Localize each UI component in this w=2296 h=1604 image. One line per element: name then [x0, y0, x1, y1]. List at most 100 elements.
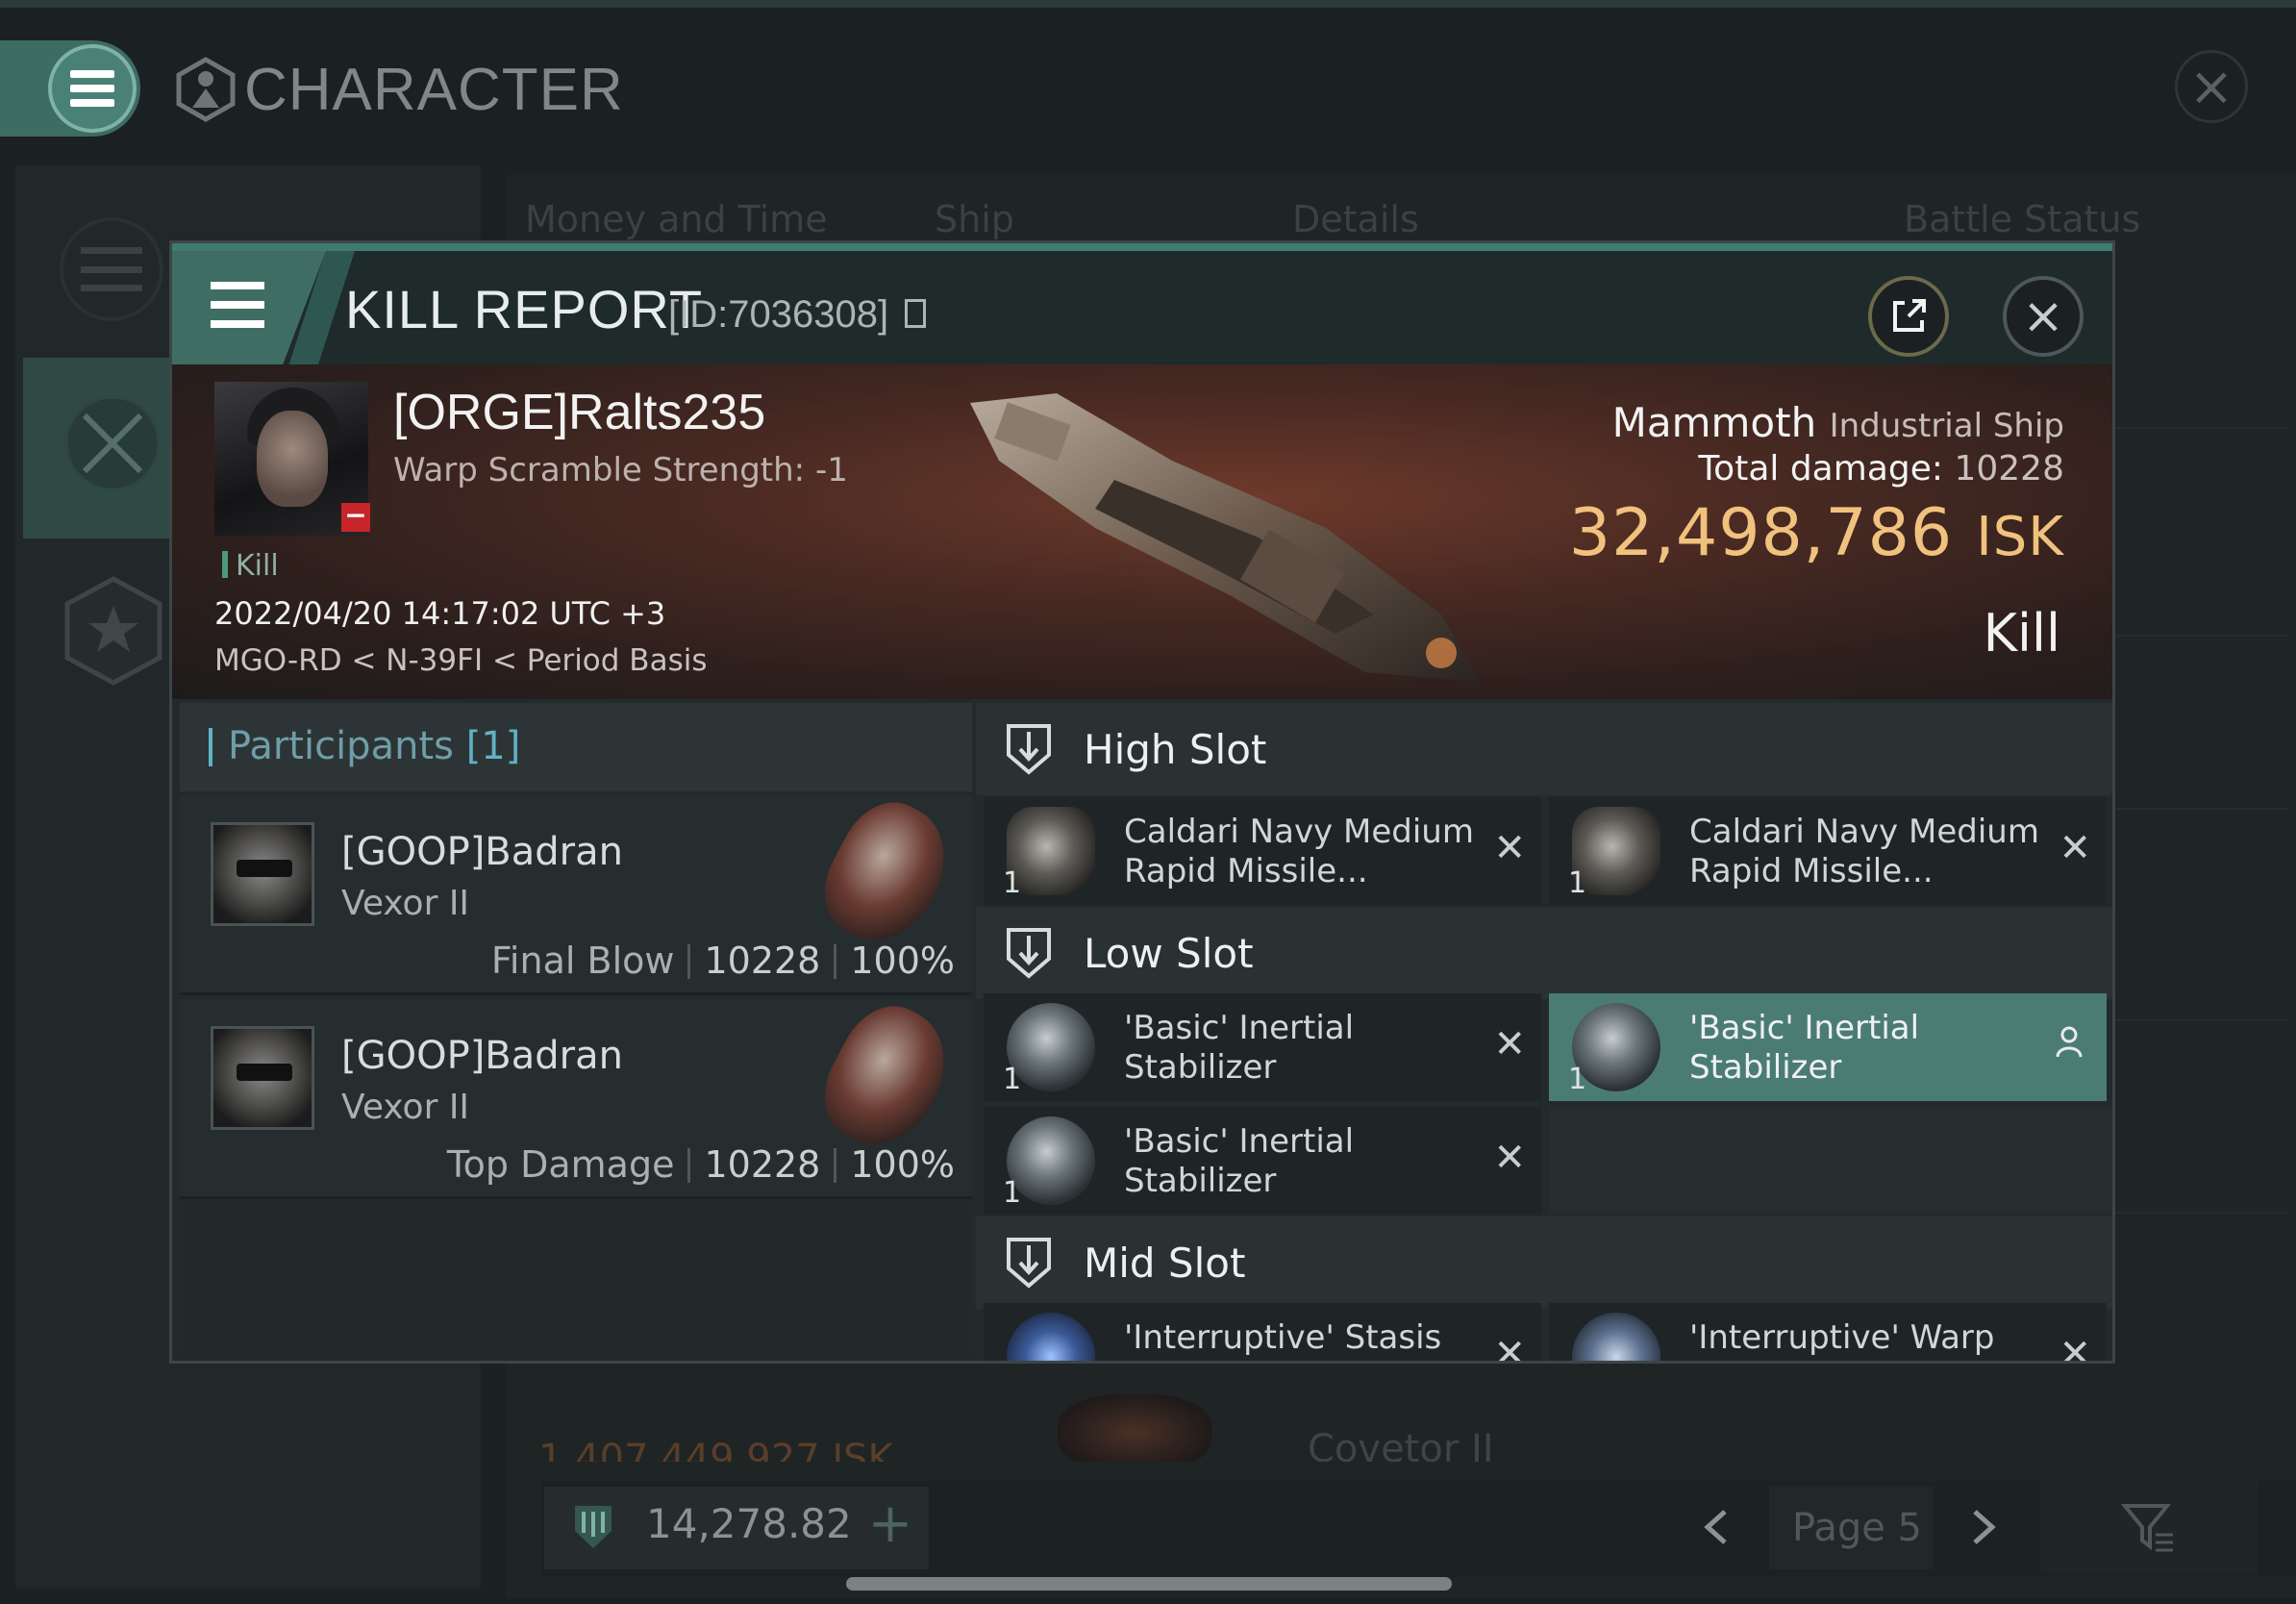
horizontal-scrollbar[interactable] — [846, 1577, 1452, 1591]
participants-header-marker — [209, 728, 212, 766]
external-link-icon — [1893, 299, 1926, 332]
low-slot-item[interactable]: 1 'Basic' Inertial Stabilizer ✕ — [984, 993, 1541, 1101]
chevron-left-icon[interactable] — [1698, 1506, 1733, 1548]
mid-slot-header: Mid Slot — [976, 1216, 2112, 1309]
isk-amount: 32,498,786 — [1568, 495, 1954, 571]
total-damage-value: 10228 — [1954, 449, 2064, 489]
isk-value: 32,498,786 ISK — [1569, 495, 2064, 571]
top-border — [0, 0, 2296, 8]
slot-shield-icon — [1007, 724, 1051, 775]
plex-icon — [575, 1506, 611, 1548]
participant-ship[interactable]: Vexor II — [341, 884, 469, 923]
portrait-face — [257, 411, 328, 507]
victim-name[interactable]: [ORGE]Ralts235 — [393, 384, 765, 441]
ship-render-image — [970, 393, 1480, 682]
add-funds-button[interactable]: + — [861, 1492, 919, 1556]
victim-banner: − [ORGE]Ralts235 Warp Scramble Strength:… — [172, 364, 2112, 699]
item-quantity: 1 — [1003, 1176, 1022, 1210]
participant-percent: 100% — [850, 940, 955, 982]
close-icon: × — [2188, 55, 2234, 118]
participant-portrait[interactable] — [211, 822, 314, 926]
kill-id: [ID:7036308] — [668, 293, 889, 336]
filter-icon — [2121, 1504, 2173, 1552]
item-quantity: 1 — [1003, 1063, 1022, 1096]
dialog-title: KILL REPORT — [345, 279, 704, 339]
total-damage-label: Total damage: — [1698, 449, 1944, 489]
participant-ship[interactable]: Vexor II — [341, 1088, 469, 1127]
kill-list-row-partial[interactable]: 1,407,449,927 ISK Covetor II — [519, 1385, 2288, 1462]
participant-name[interactable]: [GOOP]Badran — [341, 830, 623, 874]
close-icon: × — [2022, 288, 2064, 345]
participant-row[interactable]: [GOOP]Badran Vexor II Top Damage 10228 100… — [180, 990, 972, 1199]
warp-scrambler-icon — [1572, 1313, 1660, 1361]
kill-result: Kill — [1983, 603, 2060, 664]
high-slot-item[interactable]: 1 Caldari Navy Medium Rapid Missile... ✕ — [1549, 797, 2107, 905]
partial-ship-name: Covetor II — [1308, 1427, 1494, 1462]
item-quantity: 1 — [1003, 866, 1022, 900]
stasis-webifier-icon — [1007, 1313, 1095, 1361]
wallet-balance: 14,278.82 — [646, 1500, 852, 1547]
partial-isk-value: 1,407,449,927 ISK — [538, 1437, 893, 1462]
item-quantity: 1 — [1568, 1063, 1587, 1096]
copy-icon[interactable] — [905, 299, 926, 328]
kill-location[interactable]: MGO-RD < N-39FI < Period Basis — [214, 643, 707, 678]
kill-tag: Kill — [236, 549, 279, 583]
mid-slot-item[interactable]: 'Interruptive' Warp ✕ — [1549, 1303, 2107, 1364]
column-header-ship[interactable]: Ship — [935, 198, 1014, 240]
participants-label: Participants — [228, 724, 454, 768]
participant-stats: Top Damage 10228 100% — [447, 1143, 955, 1186]
column-header-battle-status[interactable]: Battle Status — [1904, 198, 2140, 240]
participants-title: Participants [1] — [228, 724, 520, 768]
dialog-close-button[interactable]: × — [2003, 276, 2084, 357]
chevron-right-icon[interactable] — [1967, 1506, 2002, 1548]
destroyed-x-icon: ✕ — [1493, 826, 1526, 870]
mid-slot-title: Mid Slot — [1084, 1240, 1246, 1287]
item-name: 'Interruptive' Stasis — [1124, 1318, 1442, 1357]
participant-ship-image — [807, 786, 966, 961]
destroyed-x-icon: ✕ — [2059, 826, 2091, 870]
participant-ship-image — [807, 990, 966, 1165]
warp-scramble-strength: Warp Scramble Strength: -1 — [393, 451, 848, 489]
portrait-glasses — [237, 1064, 292, 1081]
high-slot-item[interactable]: 1 Caldari Navy Medium Rapid Missile... ✕ — [984, 797, 1541, 905]
kill-tag-marker — [222, 551, 228, 578]
participants-count: [1] — [465, 724, 521, 768]
dialog-header: KILL REPORT [ID:7036308] × — [172, 243, 2112, 364]
mid-slot-item[interactable]: 'Interruptive' Stasis ✕ — [984, 1303, 1541, 1361]
destroyed-x-icon: ✕ — [1493, 1022, 1526, 1066]
low-slot-title: Low Slot — [1084, 930, 1254, 977]
item-quantity: 1 — [1568, 866, 1587, 900]
participant-name[interactable]: [GOOP]Badran — [341, 1034, 623, 1078]
high-slot-title: High Slot — [1084, 726, 1267, 773]
item-name: 'Basic' Inertial Stabilizer — [1124, 1122, 1355, 1200]
item-name: Caldari Navy Medium Rapid Missile... — [1124, 813, 1474, 890]
column-header-details[interactable]: Details — [1292, 198, 1419, 240]
participant-portrait[interactable] — [211, 1026, 314, 1130]
slot-shield-icon — [1007, 928, 1051, 979]
character-icon — [176, 57, 236, 122]
low-slot-empty — [1549, 1107, 2112, 1215]
low-slot-header: Low Slot — [976, 907, 2112, 999]
hamburger-icon — [70, 70, 114, 107]
list-icon — [81, 247, 142, 291]
share-button[interactable] — [1868, 276, 1949, 357]
sidebar-menu-button[interactable] — [60, 217, 163, 321]
star-badge-icon[interactable] — [60, 573, 167, 689]
low-slot-item-dropped[interactable]: 1 'Basic' Inertial Stabilizer — [1549, 993, 2107, 1101]
portrait-glasses — [237, 860, 292, 877]
window-close-button[interactable]: × — [2175, 50, 2248, 123]
item-name: Caldari Navy Medium Rapid Missile... — [1689, 813, 2039, 890]
destroyed-x-icon: ✕ — [2059, 1332, 2091, 1364]
participant-damage: 10228 — [704, 940, 821, 982]
column-header-money-time[interactable]: Money and Time — [525, 198, 828, 240]
participant-percent: 100% — [850, 1143, 955, 1186]
partial-ship-image — [1058, 1394, 1211, 1462]
participant-row[interactable]: [GOOP]Badran Vexor II Final Blow 10228 100… — [180, 786, 972, 995]
low-slot-item[interactable]: 1 'Basic' Inertial Stabilizer ✕ — [984, 1107, 1541, 1215]
victim-ship[interactable]: Mammoth Industrial Ship — [1612, 399, 2064, 446]
participant-damage: 10228 — [704, 1143, 821, 1186]
standing-negative-icon: − — [341, 502, 370, 532]
page-indicator: Page 5 — [1792, 1506, 1922, 1550]
main-menu-button[interactable] — [48, 44, 137, 133]
ship-name: Mammoth — [1611, 399, 1817, 446]
